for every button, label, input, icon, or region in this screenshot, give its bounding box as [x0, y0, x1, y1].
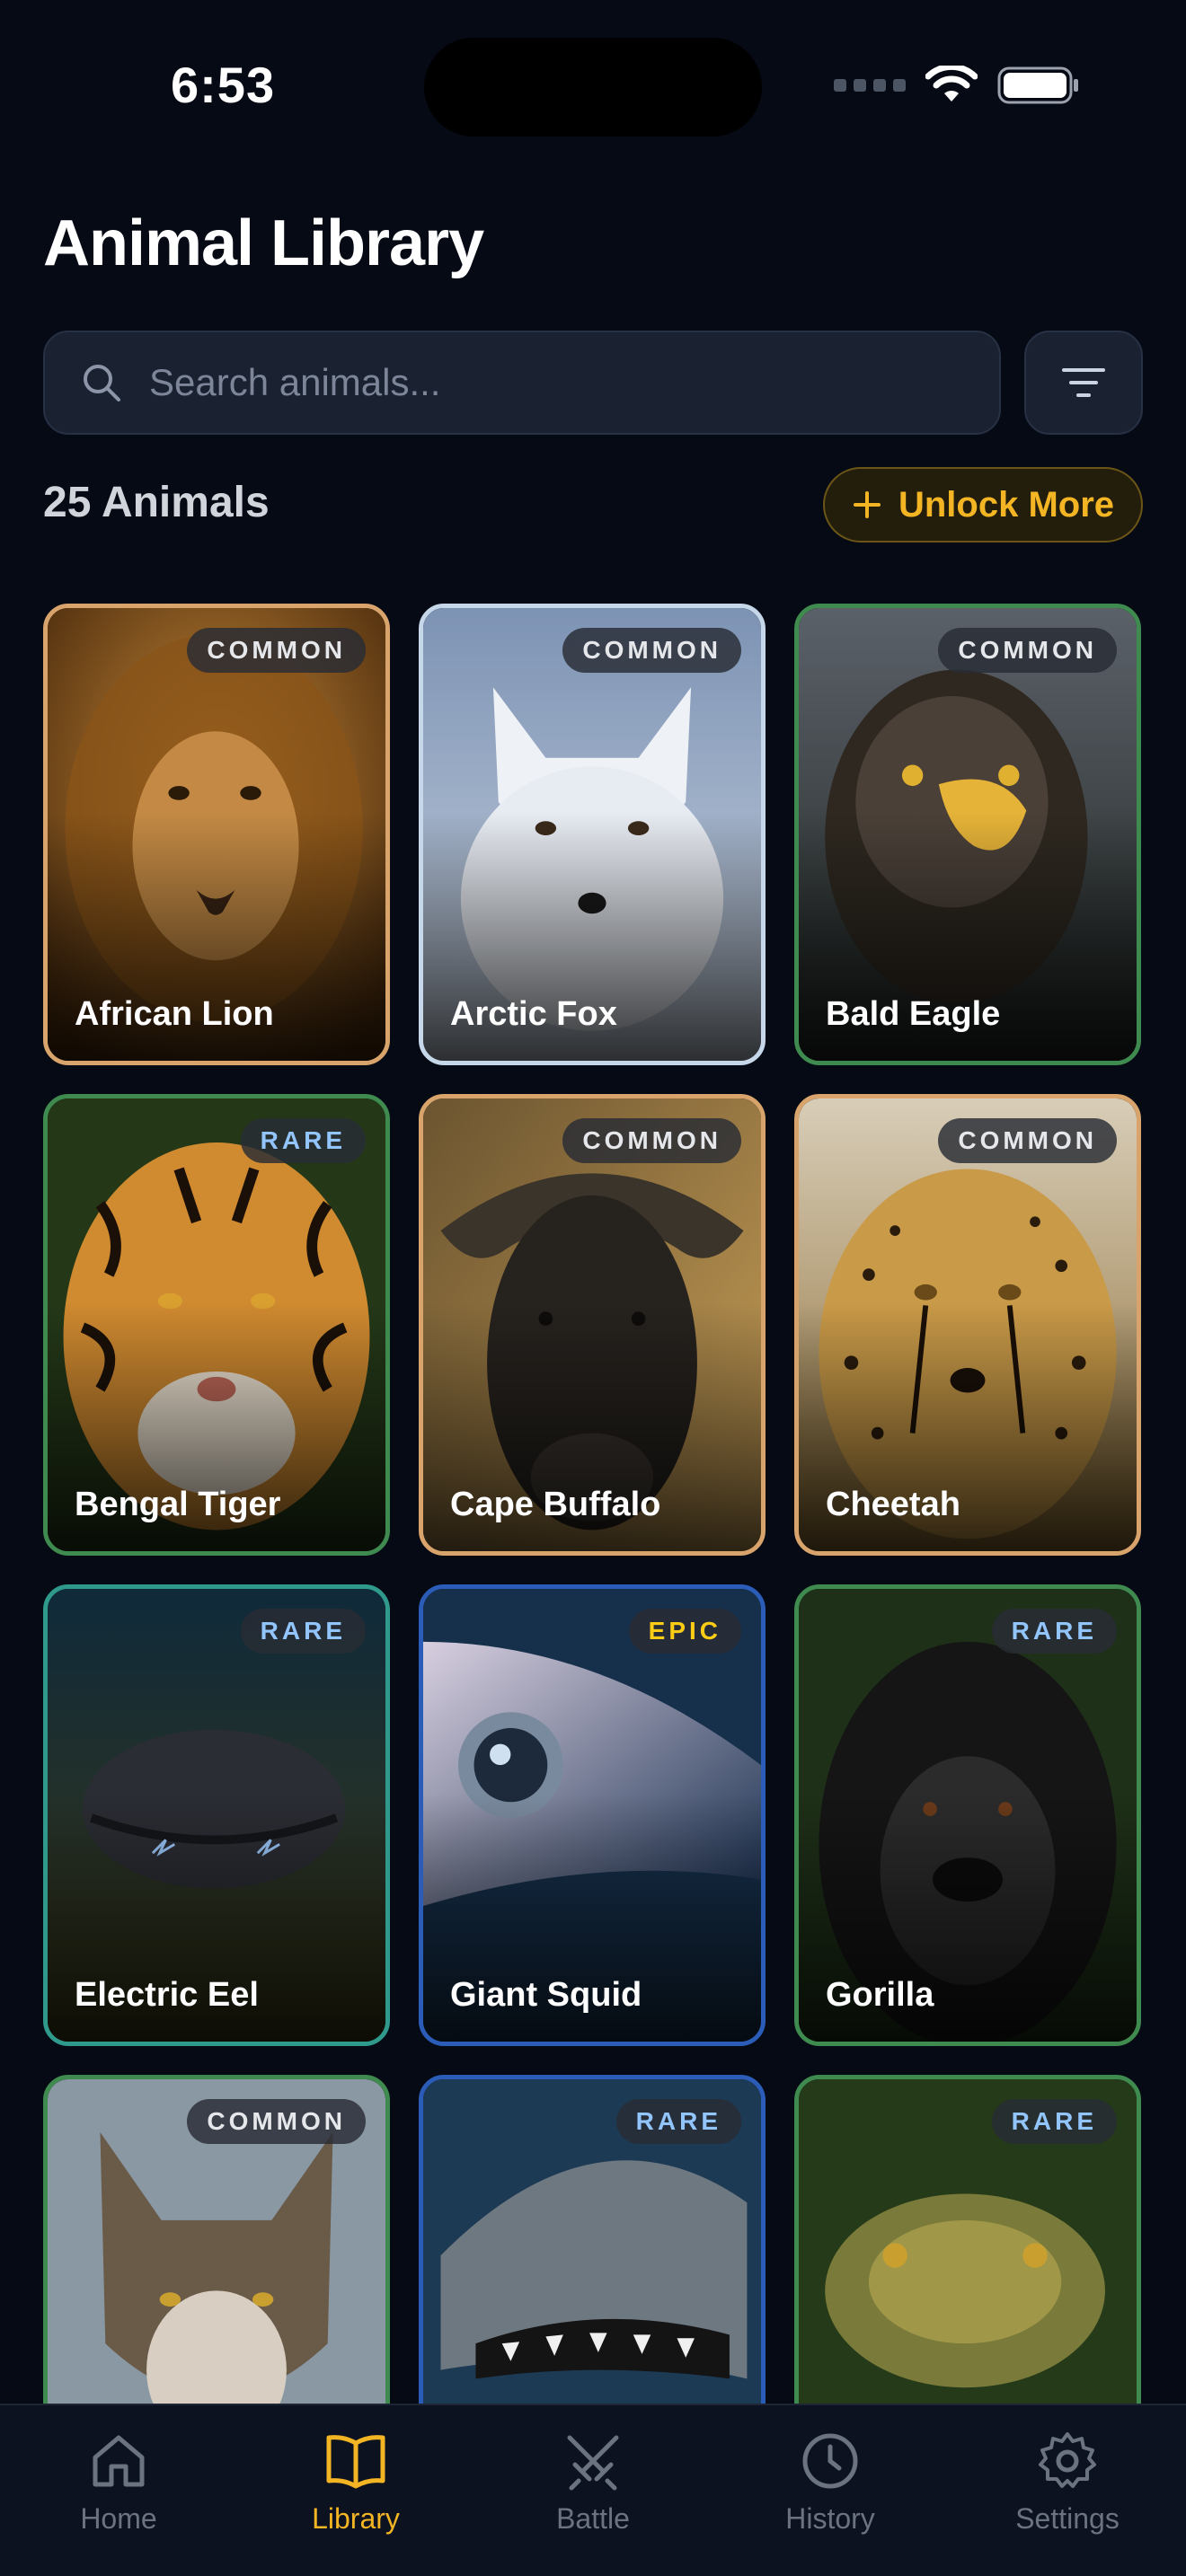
tab-history[interactable]: History: [712, 2405, 949, 2576]
status-indicators: [834, 63, 1080, 108]
rarity-badge: COMMON: [562, 628, 741, 673]
swords-icon: [567, 2435, 619, 2491]
tab-label: Library: [312, 2502, 400, 2535]
rarity-badge: RARE: [615, 2099, 741, 2144]
animal-card-gorilla[interactable]: RARE Gorilla: [794, 1584, 1141, 2046]
unlock-more-label: Unlock More: [898, 484, 1115, 525]
animal-count: 25 Animals: [43, 479, 270, 526]
animal-name: Electric Eel: [75, 1976, 259, 2014]
animal-card-arctic-fox[interactable]: COMMON Arctic Fox: [419, 604, 766, 1065]
animal-name: African Lion: [75, 995, 274, 1033]
animal-name: Gorilla: [826, 1976, 934, 2014]
animal-card-cape-buffalo[interactable]: COMMON Cape Buffalo: [419, 1094, 766, 1556]
rarity-badge: EPIC: [628, 1609, 741, 1654]
animal-library-screen: 6:53 Animal Library 25 Animals: [0, 0, 1186, 2576]
search-icon: [84, 365, 120, 401]
book-icon: [326, 2435, 385, 2489]
clock-icon: [802, 2433, 858, 2489]
rarity-badge: COMMON: [187, 628, 366, 673]
gear-icon: [1039, 2432, 1096, 2488]
rarity-badge: RARE: [240, 1118, 366, 1163]
cellular-signal-icon: [834, 79, 906, 92]
animal-card-electric-eel[interactable]: RARE Electric Eel: [43, 1584, 390, 2046]
animal-card-giant-squid[interactable]: EPIC Giant Squid: [419, 1584, 766, 2046]
tab-label: Settings: [1015, 2502, 1120, 2535]
filter-button[interactable]: [1024, 331, 1143, 435]
animal-card-bengal-tiger[interactable]: RARE Bengal Tiger: [43, 1094, 390, 1556]
animal-name: Bald Eagle: [826, 995, 1001, 1033]
rarity-badge: COMMON: [938, 628, 1117, 673]
tab-library[interactable]: Library: [237, 2405, 474, 2576]
rarity-badge: COMMON: [938, 1118, 1117, 1163]
tab-battle[interactable]: Battle: [474, 2405, 712, 2576]
animal-name: Bengal Tiger: [75, 1486, 281, 1523]
tab-settings[interactable]: Settings: [949, 2405, 1186, 2576]
rarity-badge: COMMON: [562, 1118, 741, 1163]
tab-label: History: [785, 2502, 875, 2535]
rarity-badge: RARE: [240, 1609, 366, 1654]
animal-card-african-lion[interactable]: COMMON African Lion: [43, 604, 390, 1065]
animal-card-bald-eagle[interactable]: COMMON Bald Eagle: [794, 604, 1141, 1065]
battery-icon: [997, 66, 1078, 104]
dynamic-island: [424, 38, 762, 137]
rarity-badge: RARE: [991, 2099, 1117, 2144]
filter-icon: [1062, 368, 1105, 397]
wifi-icon: [925, 66, 978, 101]
rarity-badge: COMMON: [187, 2099, 366, 2144]
animal-name: Cape Buffalo: [450, 1486, 661, 1523]
tab-label: Home: [80, 2502, 157, 2535]
animal-name: Arctic Fox: [450, 995, 617, 1033]
rarity-badge: RARE: [991, 1609, 1117, 1654]
search-bar[interactable]: [43, 331, 1001, 435]
animal-card-cheetah[interactable]: COMMON Cheetah: [794, 1094, 1141, 1556]
animal-name: Cheetah: [826, 1486, 960, 1523]
status-time: 6:53: [171, 57, 276, 113]
home-icon: [93, 2435, 145, 2487]
animal-name: Giant Squid: [450, 1976, 642, 2014]
tab-home[interactable]: Home: [0, 2405, 237, 2576]
plus-icon: [853, 491, 881, 518]
unlock-more-button[interactable]: Unlock More: [823, 467, 1143, 543]
tab-label: Battle: [556, 2502, 630, 2535]
page-title: Animal Library: [43, 207, 484, 279]
tab-bar: Home Library Battle History Settings: [0, 2404, 1186, 2576]
search-input[interactable]: [149, 361, 958, 404]
